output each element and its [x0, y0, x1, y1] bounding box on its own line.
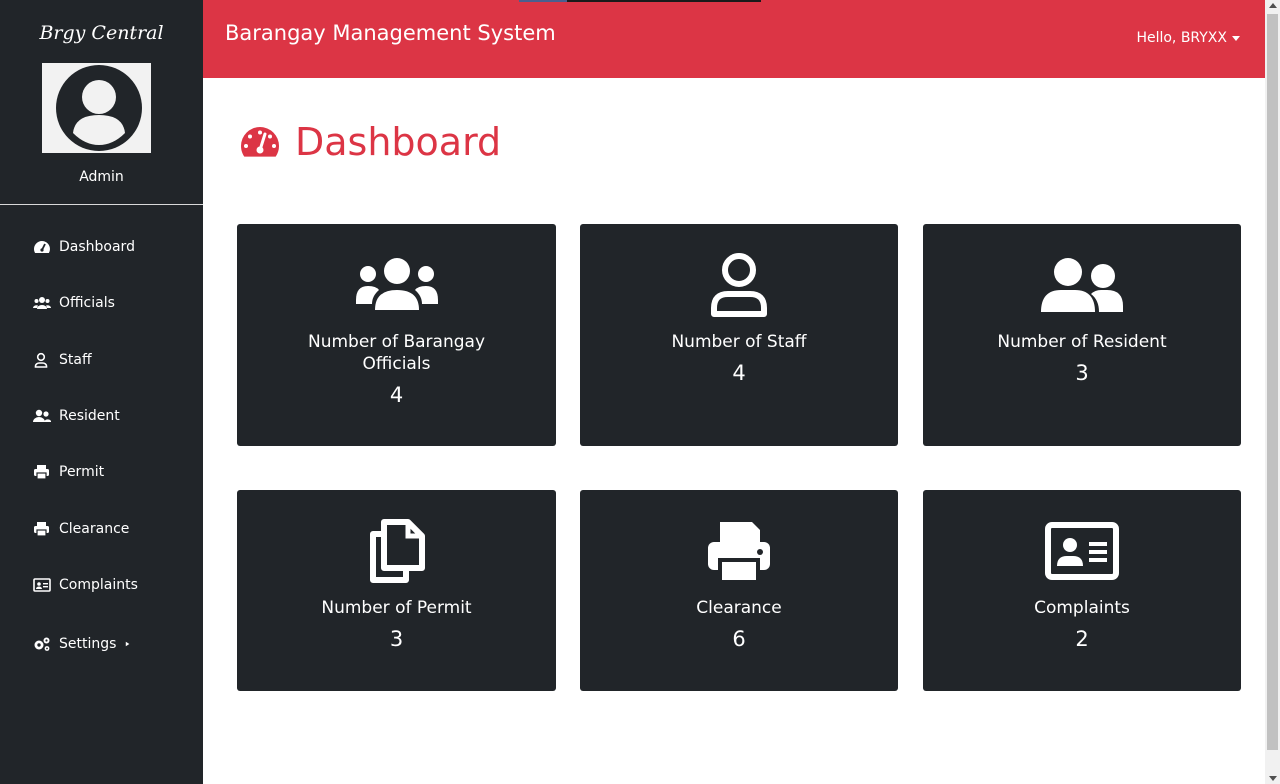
- scroll-down-arrow-icon[interactable]: [1269, 776, 1277, 781]
- gauge-icon: [34, 241, 50, 253]
- brand-logo-text: Brgy Central: [39, 22, 164, 44]
- caret-right-icon: [126, 641, 130, 647]
- users-icon: [33, 297, 51, 309]
- card-value: 4: [732, 361, 746, 385]
- scroll-thumb[interactable]: [1267, 14, 1278, 750]
- user-icon: [711, 253, 767, 317]
- card-permit[interactable]: Number of Permit 3: [237, 490, 556, 691]
- card-barangay-officials[interactable]: Number of Barangay Officials 4: [237, 224, 556, 446]
- user-icon: [34, 352, 48, 368]
- users-icon: [355, 258, 438, 310]
- page-title: Dashboard: [295, 120, 502, 164]
- card-label: Number of Permit: [321, 598, 472, 618]
- user-avatar-icon: [55, 65, 142, 151]
- print-icon: [34, 465, 49, 480]
- sidebar-item-resident[interactable]: Resident: [33, 408, 120, 424]
- page-scrollbar[interactable]: [1265, 0, 1280, 784]
- card-label: Clearance: [696, 598, 782, 618]
- print-icon: [34, 522, 49, 537]
- copy-icon: [369, 519, 425, 583]
- gauge-icon: [241, 127, 279, 157]
- user-dropdown[interactable]: Hello, BRYXX: [1136, 30, 1240, 46]
- card-label: Number of Staff: [671, 332, 807, 352]
- sidebar-item-dashboard[interactable]: Dashboard: [33, 239, 135, 255]
- card-value: 6: [732, 627, 746, 651]
- sidebar-item-clearance[interactable]: Clearance: [33, 521, 129, 537]
- user-friends-icon: [33, 409, 51, 422]
- card-clearance[interactable]: Clearance 6: [580, 490, 898, 691]
- sidebar-item-staff[interactable]: Staff: [33, 352, 92, 368]
- sidebar-item-label: Officials: [59, 295, 115, 311]
- id-card-icon: [1045, 522, 1119, 580]
- sidebar-item-complaints[interactable]: Complaints: [33, 577, 138, 593]
- sidebar-item-label: Complaints: [59, 577, 138, 593]
- sidebar-item-label: Permit: [59, 464, 105, 480]
- card-value: 4: [389, 383, 404, 407]
- user-greeting: Hello, BRYXX: [1136, 30, 1227, 46]
- sidebar-item-label: Settings: [59, 636, 117, 652]
- card-label: Number of Barangay Officials: [307, 332, 485, 374]
- page-header: Dashboard: [239, 120, 501, 164]
- card-staff[interactable]: Number of Staff 4: [580, 224, 898, 446]
- sidebar-item-label: Dashboard: [59, 239, 135, 255]
- card-value: 2: [1075, 627, 1089, 651]
- topbar-accent-blue: [519, 0, 567, 2]
- user-friends-icon: [1041, 258, 1123, 312]
- caret-down-icon: [1232, 35, 1240, 41]
- card-complaints[interactable]: Complaints 2: [923, 490, 1241, 691]
- card-label: Number of Resident: [997, 332, 1167, 352]
- sidebar-item-label: Staff: [59, 352, 92, 368]
- card-label: Complaints: [1034, 598, 1130, 618]
- sidebar-item-permit[interactable]: Permit: [33, 464, 104, 480]
- scroll-up-arrow-icon[interactable]: [1269, 3, 1277, 8]
- card-value: 3: [1075, 361, 1089, 385]
- print-icon: [708, 522, 770, 584]
- avatar: [42, 63, 151, 153]
- cogs-icon: [34, 637, 50, 651]
- id-card-icon: [33, 578, 51, 592]
- sidebar: Brgy Central Admin Dashboard Officials S…: [0, 0, 203, 784]
- sidebar-item-label: Resident: [59, 408, 120, 424]
- user-role: Admin: [79, 169, 124, 185]
- sidebar-item-label: Clearance: [59, 521, 130, 537]
- sidebar-item-officials[interactable]: Officials: [33, 295, 115, 311]
- card-resident[interactable]: Number of Resident 3: [923, 224, 1241, 446]
- sidebar-item-settings[interactable]: Settings: [33, 636, 132, 652]
- system-title: Barangay Management System: [225, 21, 556, 45]
- sidebar-divider: [0, 204, 203, 205]
- card-value: 3: [389, 627, 404, 651]
